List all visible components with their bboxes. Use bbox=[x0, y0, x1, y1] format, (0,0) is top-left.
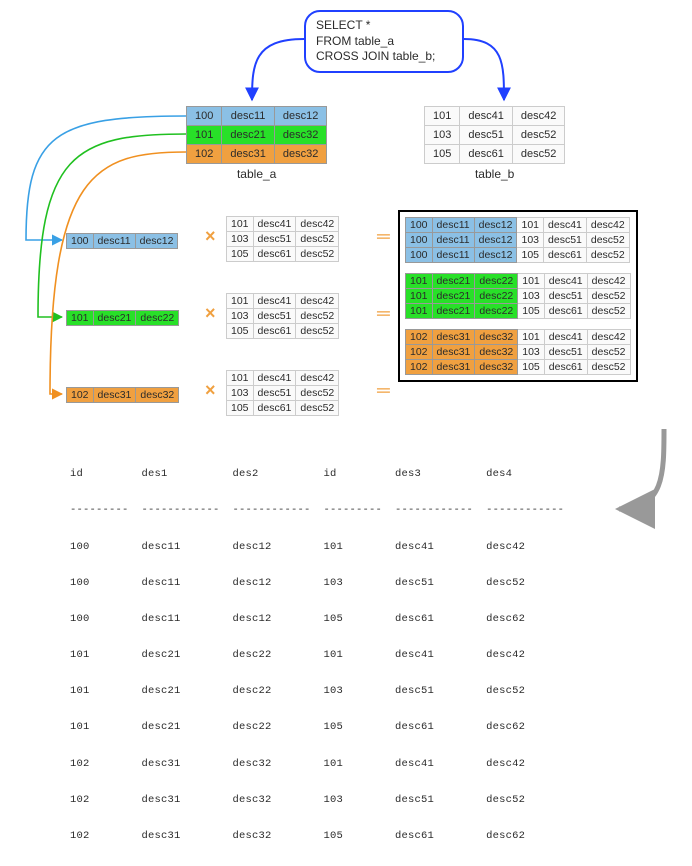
arrow-result-to-output-icon bbox=[619, 429, 664, 509]
output-row: 101 desc21 desc22 101 desc41 desc42 bbox=[70, 649, 564, 661]
table-a: 100desc11desc12 101desc21desc32 102desc3… bbox=[186, 106, 327, 181]
output-row: 102 desc31 desc32 105 desc61 desc62 bbox=[70, 830, 564, 842]
output-row: 101 desc21 desc22 103 desc51 desc52 bbox=[70, 685, 564, 697]
arrow-row3-icon bbox=[50, 152, 186, 394]
arrow-sql-to-a-icon bbox=[252, 39, 304, 100]
output-row: 102 desc31 desc32 103 desc51 desc52 bbox=[70, 794, 564, 806]
source-row-1: 100desc11desc12 bbox=[66, 233, 178, 249]
mid-table-b-3: 101desc41desc42 103desc51desc52 105desc6… bbox=[226, 370, 339, 416]
output-row: 102 desc31 desc32 101 desc41 desc42 bbox=[70, 758, 564, 770]
output-row: 101 desc21 desc22 105 desc61 desc62 bbox=[70, 721, 564, 733]
table-b-caption: table_b bbox=[424, 164, 565, 181]
times-symbol-2: × bbox=[205, 303, 216, 324]
times-symbol-1: × bbox=[205, 226, 216, 247]
mid-table-b-1: 101desc41desc42 103desc51desc52 105desc6… bbox=[226, 216, 339, 262]
output-sep: --------- ------------ ------------ ----… bbox=[70, 504, 564, 516]
sql-query-box: SELECT * FROM table_a CROSS JOIN table_b… bbox=[304, 10, 464, 73]
text-output: id des1 des2 id des3 des4 --------- ----… bbox=[70, 444, 564, 866]
result-block-3: 102desc31desc32101desc41desc42 102desc31… bbox=[405, 329, 631, 375]
result-block-2: 101desc21desc22101desc41desc42 101desc21… bbox=[405, 273, 631, 319]
sql-line-1: SELECT * bbox=[316, 18, 452, 34]
output-row: 100 desc11 desc12 103 desc51 desc52 bbox=[70, 577, 564, 589]
result-box: 100desc11desc12101desc41desc42 100desc11… bbox=[398, 210, 638, 382]
equals-symbol-3: ═ bbox=[377, 380, 390, 401]
mid-table-b-2: 101desc41desc42 103desc51desc52 105desc6… bbox=[226, 293, 339, 339]
equals-symbol-2: ═ bbox=[377, 303, 390, 324]
source-row-2: 101desc21desc22 bbox=[66, 310, 179, 326]
arrow-row2-icon bbox=[38, 134, 186, 317]
sql-line-2: FROM table_a bbox=[316, 34, 452, 50]
equals-symbol-1: ═ bbox=[377, 226, 390, 247]
result-block-1: 100desc11desc12101desc41desc42 100desc11… bbox=[405, 217, 631, 263]
times-symbol-3: × bbox=[205, 380, 216, 401]
table-b: 101desc41desc42 103desc51desc52 105desc6… bbox=[424, 106, 565, 181]
output-header: id des1 des2 id des3 des4 bbox=[70, 468, 564, 480]
output-row: 100 desc11 desc12 105 desc61 desc62 bbox=[70, 613, 564, 625]
source-row-3: 102desc31desc32 bbox=[66, 387, 179, 403]
sql-line-3: CROSS JOIN table_b; bbox=[316, 49, 452, 65]
output-row: 100 desc11 desc12 101 desc41 desc42 bbox=[70, 541, 564, 553]
arrow-row1-icon bbox=[26, 116, 186, 240]
table-a-caption: table_a bbox=[186, 164, 327, 181]
arrow-sql-to-b-icon bbox=[464, 39, 504, 100]
